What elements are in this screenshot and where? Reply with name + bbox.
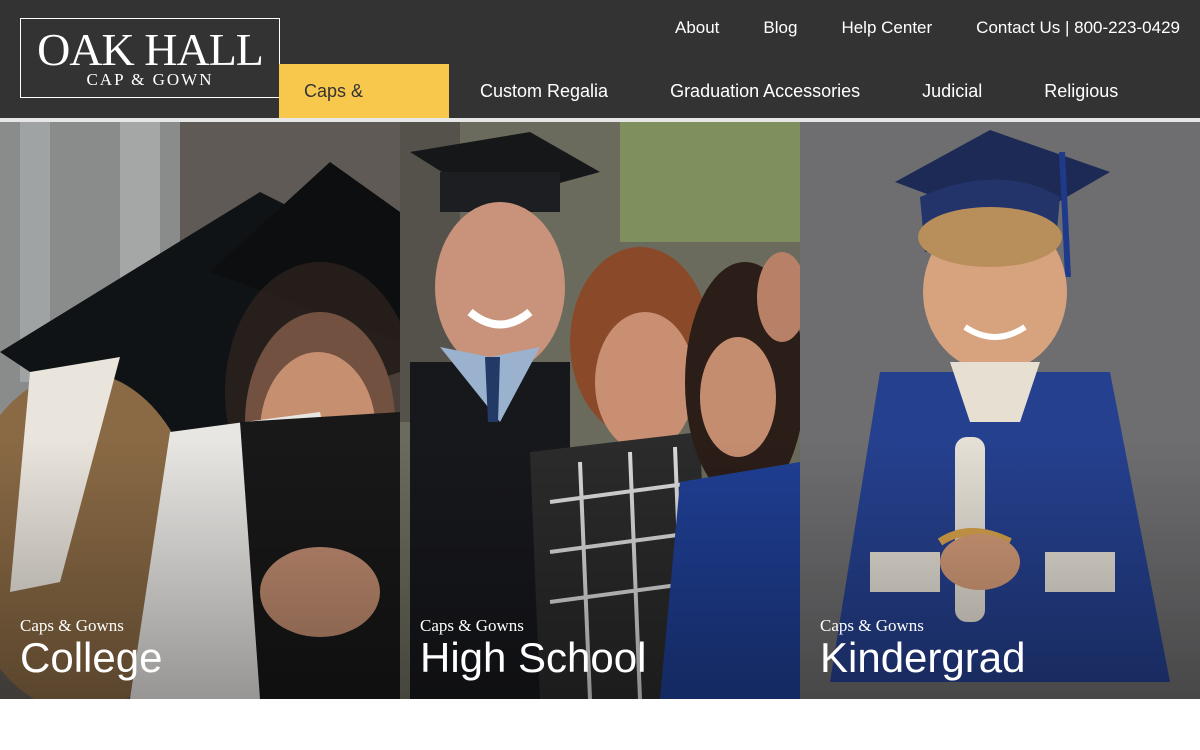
main-nav: Caps & Gowns Custom Regalia Graduation A… [279, 64, 1149, 155]
tile-shade [0, 122, 400, 699]
site-header: OAK HALL CAP & GOWN About Blog Help Cent… [0, 0, 1200, 155]
utility-nav: About Blog Help Center Contact Us | 800-… [631, 18, 1180, 38]
brand-logo[interactable]: OAK HALL CAP & GOWN [20, 18, 280, 98]
tile-shade [800, 122, 1200, 699]
tile-shade [400, 122, 800, 699]
nav-item-judicial[interactable]: Judicial [891, 64, 1013, 118]
category-tiles: Caps & Gowns College Caps & Gowns High S… [0, 122, 1200, 699]
logo-wordmark: OAK HALL [37, 24, 264, 75]
tile-college[interactable]: Caps & Gowns College [0, 122, 400, 699]
nav-item-caps-gowns[interactable]: Caps & Gowns [279, 64, 449, 155]
util-link-about[interactable]: About [675, 18, 719, 38]
tile-kindergrad[interactable]: Caps & Gowns Kindergrad [800, 122, 1200, 699]
tile-high-school[interactable]: Caps & Gowns High School [400, 122, 800, 699]
util-link-help-center[interactable]: Help Center [841, 18, 932, 38]
nav-item-custom-regalia[interactable]: Custom Regalia [449, 64, 639, 118]
nav-item-graduation-accessories[interactable]: Graduation Accessories [639, 64, 891, 118]
util-link-blog[interactable]: Blog [763, 18, 797, 38]
tile-title: Kindergrad [820, 634, 1026, 681]
util-link-contact[interactable]: Contact Us | 800-223-0429 [976, 18, 1180, 38]
tile-title: College [20, 634, 163, 681]
nav-item-religious[interactable]: Religious [1013, 64, 1149, 118]
tile-title: High School [420, 634, 647, 681]
